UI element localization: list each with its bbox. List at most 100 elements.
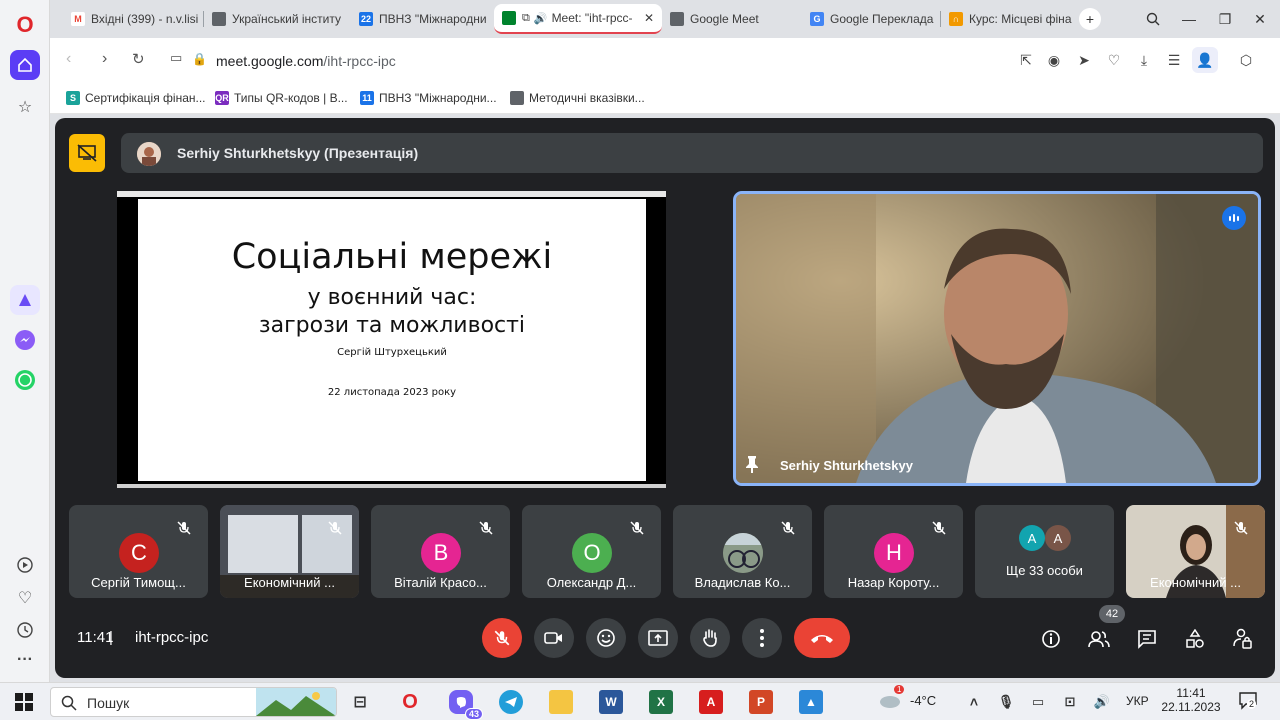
network-icon[interactable]: ⊡ <box>1058 690 1082 714</box>
acrobat-icon[interactable]: A <box>699 690 723 714</box>
activities-button[interactable] <box>1181 625 1209 653</box>
reload-icon[interactable]: ↻ <box>132 50 145 68</box>
download-icon[interactable]: ⤓ <box>1136 52 1152 68</box>
chevron-up-icon[interactable]: ˄ <box>962 690 986 714</box>
aria-icon[interactable] <box>10 285 40 315</box>
participant-name: Олександр Д... <box>546 575 637 590</box>
volume-icon[interactable]: 🔊 <box>1090 690 1114 714</box>
participant-name: Економічний ... <box>244 575 335 590</box>
lock-icon[interactable]: 🔒 <box>192 52 207 66</box>
profile-icon[interactable]: 👤 <box>1192 47 1218 73</box>
clock[interactable]: 11:41 22.11.2023 <box>1158 686 1224 714</box>
minimize-icon[interactable]: — <box>1178 8 1200 30</box>
battery-icon[interactable]: ▭ <box>1026 690 1050 714</box>
windows-start-icon[interactable] <box>12 690 36 714</box>
heart-icon[interactable]: ♡ <box>10 583 40 613</box>
share-icon[interactable]: ⇱ <box>1018 52 1034 68</box>
more-options-button[interactable] <box>742 618 782 658</box>
close-window-icon[interactable]: ✕ <box>1249 8 1271 30</box>
forward-icon[interactable]: › <box>102 50 107 68</box>
participant-tile[interactable]: О Олександр Д... <box>522 505 661 598</box>
host-controls-button[interactable] <box>1229 625 1257 653</box>
word-icon[interactable]: W <box>599 690 623 714</box>
favorite-icon[interactable]: ♡ <box>1106 52 1122 68</box>
restore-icon[interactable]: ❐ <box>1214 8 1236 30</box>
snapshot-icon[interactable]: ◉ <box>1046 52 1062 68</box>
participant-tile[interactable]: Владислав Ко... <box>673 505 812 598</box>
avatar: А <box>1019 525 1045 551</box>
bookmark-item[interactable]: QR Типы QR-кодов | В... <box>215 91 348 105</box>
close-icon[interactable]: ✕ <box>644 11 654 25</box>
reactions-button[interactable] <box>586 618 626 658</box>
camera-toggle-button[interactable] <box>534 618 574 658</box>
notifications-icon[interactable]: 2 <box>1238 690 1258 710</box>
viber-icon[interactable]: 43 <box>449 690 483 720</box>
url-field[interactable]: meet.google.com/iht-rpcc-ipc <box>216 53 396 69</box>
control-bar: 11:41 | iht-rpcc-ipc 42 <box>55 605 1275 675</box>
participant-tile[interactable]: С Сергій Тимощ... <box>69 505 208 598</box>
powerpoint-icon[interactable]: P <box>749 690 773 714</box>
mic-off-icon <box>781 521 795 535</box>
bookmark-item[interactable]: S Сертифікація фінан... <box>66 91 206 105</box>
pin-icon[interactable] <box>744 455 762 473</box>
raise-hand-button[interactable] <box>690 618 730 658</box>
tab-pvnz[interactable]: 22 ПВНЗ "Міжнародни <box>346 4 491 34</box>
send-icon[interactable]: ➤ <box>1076 52 1092 68</box>
task-view-icon[interactable]: ⊟ <box>348 690 372 714</box>
file-explorer-icon[interactable] <box>549 690 573 714</box>
tab-course[interactable]: ∩ Курс: Місцеві фіна <box>941 4 1073 34</box>
more-participants-tile[interactable]: А А Ще 33 особи <box>975 505 1114 598</box>
more-vert-icon <box>760 629 764 647</box>
presenter-bar: Serhiy Shturkhetskyy (Презентація) <box>121 133 1263 173</box>
bookmark-item[interactable]: Методичні вказівки... <box>510 91 645 105</box>
extensions-icon[interactable]: ⬡ <box>1238 52 1254 68</box>
meeting-info-button[interactable] <box>1037 625 1065 653</box>
tab-translate[interactable]: G Google Переклада <box>802 4 940 34</box>
easy-setup-icon[interactable]: ☰ <box>1166 52 1182 68</box>
leave-call-button[interactable] <box>794 618 850 658</box>
participant-tile[interactable]: Економічний ... <box>220 505 359 598</box>
mic-toggle-button[interactable] <box>482 618 522 658</box>
tab-meet-active[interactable]: ⧉ 🔊 Meet: "iht-rpcc- ✕ <box>494 4 662 34</box>
player-icon[interactable] <box>10 550 40 580</box>
course-icon: ∩ <box>949 12 963 26</box>
history-icon[interactable] <box>10 615 40 645</box>
opera-taskbar-icon[interactable]: O <box>398 690 422 714</box>
back-icon[interactable]: ‹ <box>66 50 71 68</box>
search-tabs-icon[interactable] <box>1142 8 1164 30</box>
viber-badge: 43 <box>464 708 483 720</box>
chat-button[interactable] <box>1133 625 1161 653</box>
messenger-icon[interactable] <box>10 325 40 355</box>
photos-icon[interactable]: ▲ <box>799 690 823 714</box>
people-button[interactable] <box>1085 625 1113 653</box>
participant-tile[interactable]: Економічний ... <box>1126 505 1265 598</box>
participant-tile[interactable]: В Віталій Красо... <box>371 505 510 598</box>
participant-tile[interactable]: Н Назар Короту... <box>824 505 963 598</box>
language-indicator[interactable]: УКР <box>1126 694 1149 708</box>
whatsapp-icon[interactable] <box>10 365 40 395</box>
present-button[interactable] <box>638 618 678 658</box>
new-tab-icon[interactable]: + <box>1079 8 1101 30</box>
home-icon[interactable] <box>10 50 40 80</box>
bookmark-item[interactable]: 11 ПВНЗ "Міжнародни... <box>360 91 497 105</box>
speaker-video[interactable]: Serhiy Shturkhetskyy <box>733 191 1261 486</box>
taskbar-search[interactable]: Пошук <box>50 687 337 717</box>
address-row: ‹ › ↻ ▭ 🔒 meet.google.com/iht-rpcc-ipc ⇱… <box>50 38 1280 84</box>
mic-off-icon <box>177 521 191 535</box>
telegram-icon[interactable] <box>499 690 523 714</box>
avatar <box>723 533 763 573</box>
camera-permission-icon[interactable]: ▭ <box>170 50 182 66</box>
tab-google-meet[interactable]: Google Meet <box>662 4 802 34</box>
weather-icon[interactable]: 1 <box>878 685 905 709</box>
tab-gmail[interactable]: M Вхідні (399) - n.v.lisi <box>58 4 200 34</box>
tab-institute[interactable]: Український інститу <box>204 4 344 34</box>
excel-icon[interactable]: X <box>649 690 673 714</box>
qr-icon: QR <box>215 91 229 105</box>
microphone-icon[interactable]: 🎙 <box>994 690 1018 714</box>
opera-logo-icon[interactable]: O <box>10 10 40 40</box>
star-icon[interactable]: ☆ <box>10 92 40 122</box>
tab-label: Meet: "iht-rpcc- <box>551 11 633 25</box>
presentation-icon[interactable] <box>69 134 105 172</box>
more-icon[interactable]: ··· <box>10 645 40 675</box>
clock-time: 11:41 <box>1176 686 1206 700</box>
